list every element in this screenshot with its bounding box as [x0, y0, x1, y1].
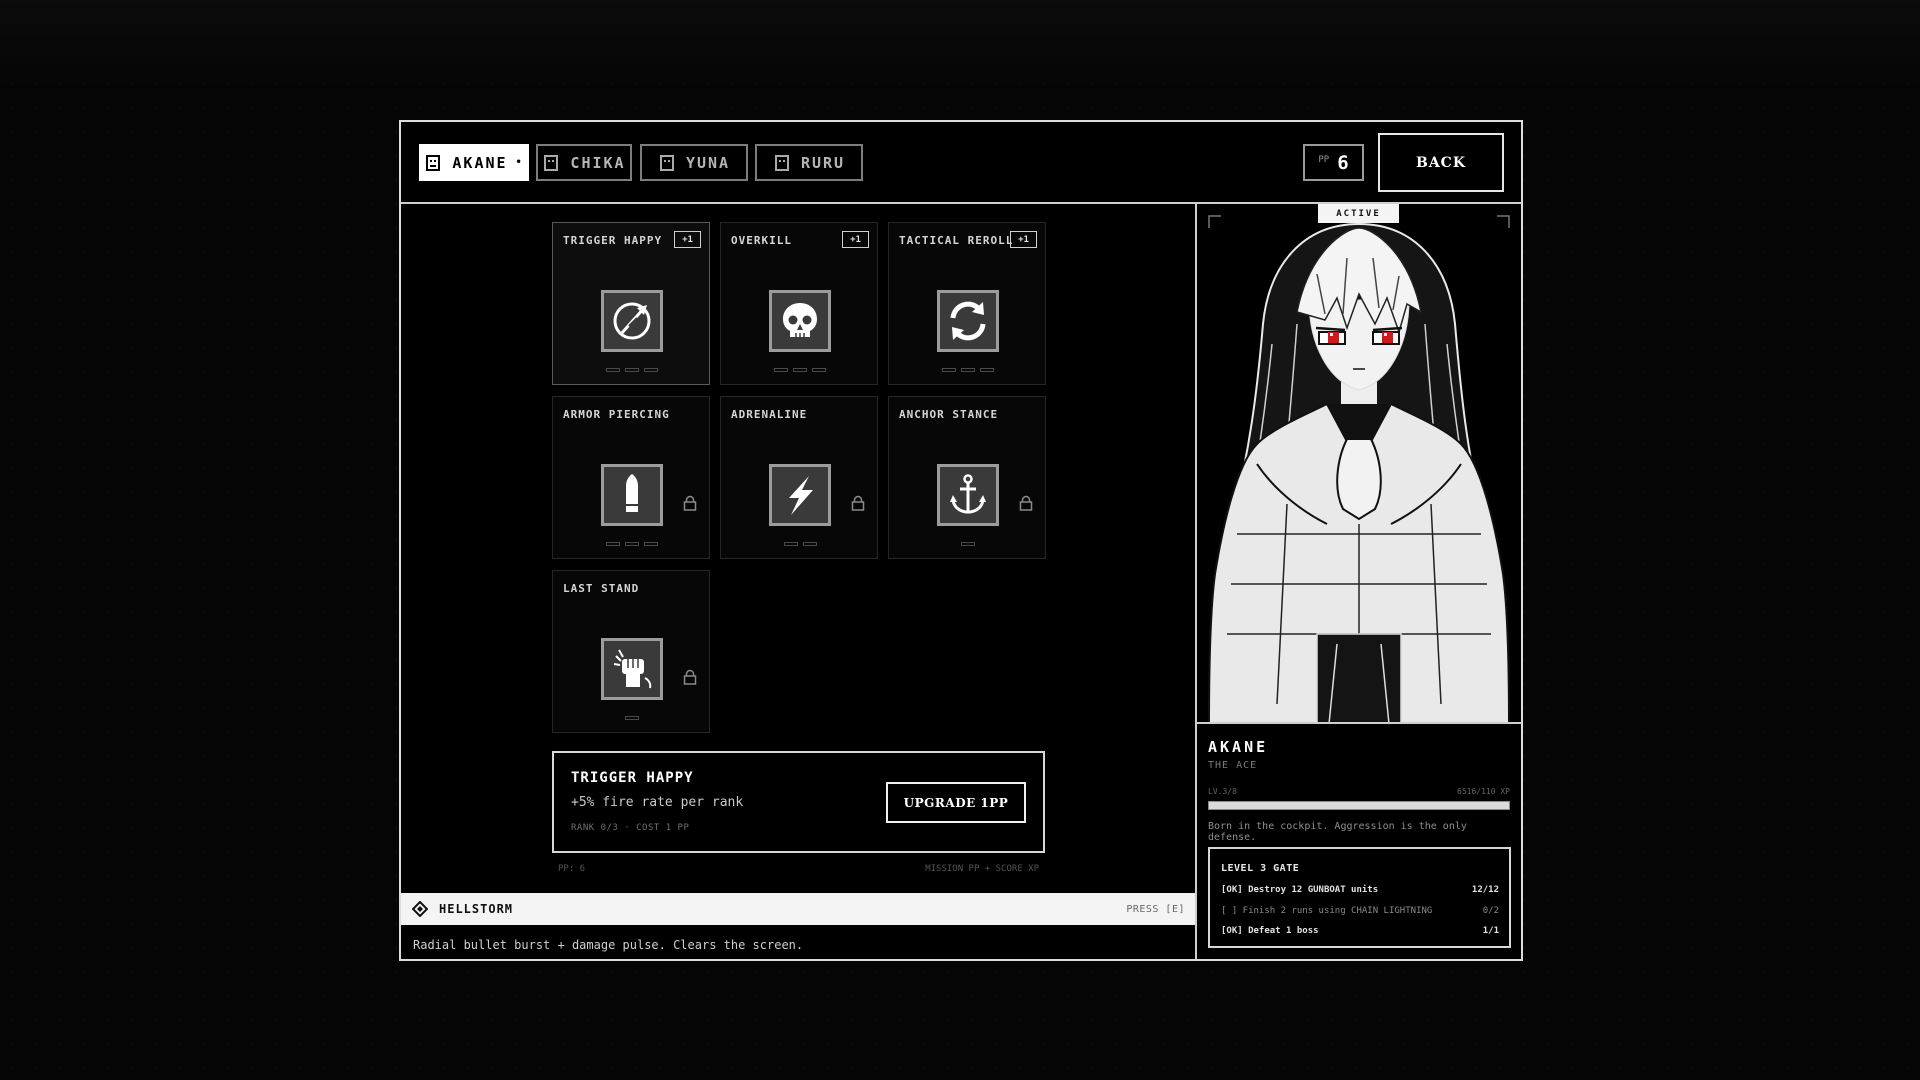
detail-rank-cost: RANK 0/3 · COST 1 PP — [571, 823, 690, 833]
upgrade-panel: AKANE • CHIKA YUNA RURU PP 6 BACK TRIGGE… — [399, 120, 1523, 961]
portrait-illustration — [1208, 215, 1510, 722]
requirement-progress: 1/1 — [1482, 926, 1499, 936]
rank-up-badge: +1 — [1010, 231, 1037, 248]
requirement-progress: 0/2 — [1482, 906, 1499, 916]
diamond-icon — [412, 901, 428, 917]
xp-progress-fill — [1209, 802, 1509, 809]
ultimate-description: Radial bullet burst + damage pulse. Clea… — [413, 938, 804, 952]
lightning-icon — [769, 464, 831, 526]
xp-progress-bar — [1208, 801, 1510, 810]
rank-pips — [721, 542, 879, 546]
rank-pips — [889, 542, 1047, 546]
skill-name: TACTICAL REROLL — [899, 234, 1014, 247]
tab-label: YUNA — [685, 153, 731, 172]
lock-icon — [683, 495, 697, 511]
reroll-arrows-icon — [937, 290, 999, 352]
skill-name: ANCHOR STANCE — [899, 408, 999, 421]
character-portrait-icon — [774, 154, 789, 171]
arrow-circle-icon — [601, 290, 663, 352]
gate-requirement: [ ] Finish 2 runs using CHAIN LIGHTNING … — [1221, 906, 1499, 916]
rank-up-badge: +1 — [674, 231, 701, 248]
pp-counter: PP 6 — [1303, 144, 1364, 181]
character-portrait-icon — [544, 154, 559, 171]
tab-chika[interactable]: CHIKA — [536, 144, 632, 181]
anchor-icon — [937, 464, 999, 526]
active-marker: • — [515, 157, 524, 168]
skill-detail-panel: TRIGGER HAPPY +5% fire rate per rank RAN… — [552, 751, 1045, 853]
pp-label: PP — [1318, 154, 1330, 165]
skill-card-trigger-happy[interactable]: TRIGGER HAPPY +1 — [552, 222, 710, 385]
skill-name: LAST STAND — [563, 582, 640, 595]
tab-akane[interactable]: AKANE • — [419, 144, 529, 181]
character-tabs-header: AKANE • CHIKA YUNA RURU PP 6 BACK — [401, 122, 1521, 204]
back-button[interactable]: BACK — [1378, 133, 1504, 192]
character-name: AKANE — [1208, 738, 1269, 756]
tab-ruru[interactable]: RURU — [755, 144, 863, 181]
character-title: THE ACE — [1208, 760, 1258, 771]
gate-title: LEVEL 3 GATE — [1221, 863, 1300, 874]
character-info-column: ACTIVE AKANE THE ACE LV.3/8 6516/110 XP … — [1195, 204, 1521, 959]
lock-icon — [851, 495, 865, 511]
skill-card-last-stand[interactable]: LAST STAND — [552, 570, 710, 733]
skill-card-tactical-reroll[interactable]: TACTICAL REROLL +1 — [888, 222, 1046, 385]
skull-icon — [769, 290, 831, 352]
fist-icon — [601, 638, 663, 700]
ultimate-key-hint: PRESS [E] — [1126, 903, 1185, 915]
skill-name: ADRENALINE — [731, 408, 808, 421]
gate-requirement: [OK] Destroy 12 GUNBOAT units 12/12 — [1221, 885, 1499, 895]
detail-title: TRIGGER HAPPY — [571, 770, 694, 786]
detail-description: +5% fire rate per rank — [571, 795, 744, 810]
requirement-text: [ ] Finish 2 runs using CHAIN LIGHTNING — [1221, 906, 1433, 916]
rank-pips — [889, 368, 1047, 372]
skill-card-overkill[interactable]: OVERKILL +1 — [720, 222, 878, 385]
character-level: LV.3/8 — [1208, 787, 1237, 796]
background-fade — [0, 0, 1920, 90]
skill-card-anchor-stance[interactable]: ANCHOR STANCE — [888, 396, 1046, 559]
pp-footer: PP: 6 — [558, 864, 586, 874]
pp-source-note: MISSION PP + SCORE XP — [925, 864, 1039, 874]
skill-name: ARMOR PIERCING — [563, 408, 670, 421]
tab-yuna[interactable]: YUNA — [640, 144, 748, 181]
skill-card-armor-piercing[interactable]: ARMOR PIERCING — [552, 396, 710, 559]
character-portrait-icon — [426, 154, 441, 171]
upgrade-button[interactable]: UPGRADE 1PP — [886, 782, 1026, 823]
rank-pips — [553, 368, 711, 372]
active-tag: ACTIVE — [1318, 204, 1399, 223]
bullet-icon — [601, 464, 663, 526]
rank-pips — [721, 368, 879, 372]
skill-card-adrenaline[interactable]: ADRENALINE — [720, 396, 878, 559]
lock-icon — [683, 669, 697, 685]
tab-label: AKANE — [452, 153, 508, 172]
character-xp: 6516/110 XP — [1457, 787, 1510, 796]
lock-icon — [1019, 495, 1033, 511]
rank-up-badge: +1 — [842, 231, 869, 248]
character-portrait: ACTIVE — [1197, 204, 1521, 724]
rank-pips — [553, 542, 711, 546]
skill-name: TRIGGER HAPPY — [563, 234, 663, 247]
tab-label: RURU — [800, 153, 846, 172]
ultimate-name: HELLSTORM — [439, 902, 514, 916]
level-gate-panel: LEVEL 3 GATE [OK] Destroy 12 GUNBOAT uni… — [1208, 847, 1511, 948]
tab-label: CHIKA — [570, 153, 626, 172]
requirement-text: [OK] Defeat 1 boss — [1221, 926, 1319, 936]
gate-requirement: [OK] Defeat 1 boss 1/1 — [1221, 926, 1499, 936]
pp-value: 6 — [1337, 151, 1349, 174]
requirement-progress: 12/12 — [1471, 885, 1499, 895]
requirement-text: [OK] Destroy 12 GUNBOAT units — [1221, 885, 1379, 895]
rank-pips — [553, 716, 711, 720]
character-bio: Born in the cockpit. Aggression is the o… — [1208, 821, 1467, 843]
ultimate-bar: HELLSTORM PRESS [E] — [401, 893, 1196, 925]
character-portrait-icon — [659, 154, 674, 171]
skill-name: OVERKILL — [731, 234, 792, 247]
